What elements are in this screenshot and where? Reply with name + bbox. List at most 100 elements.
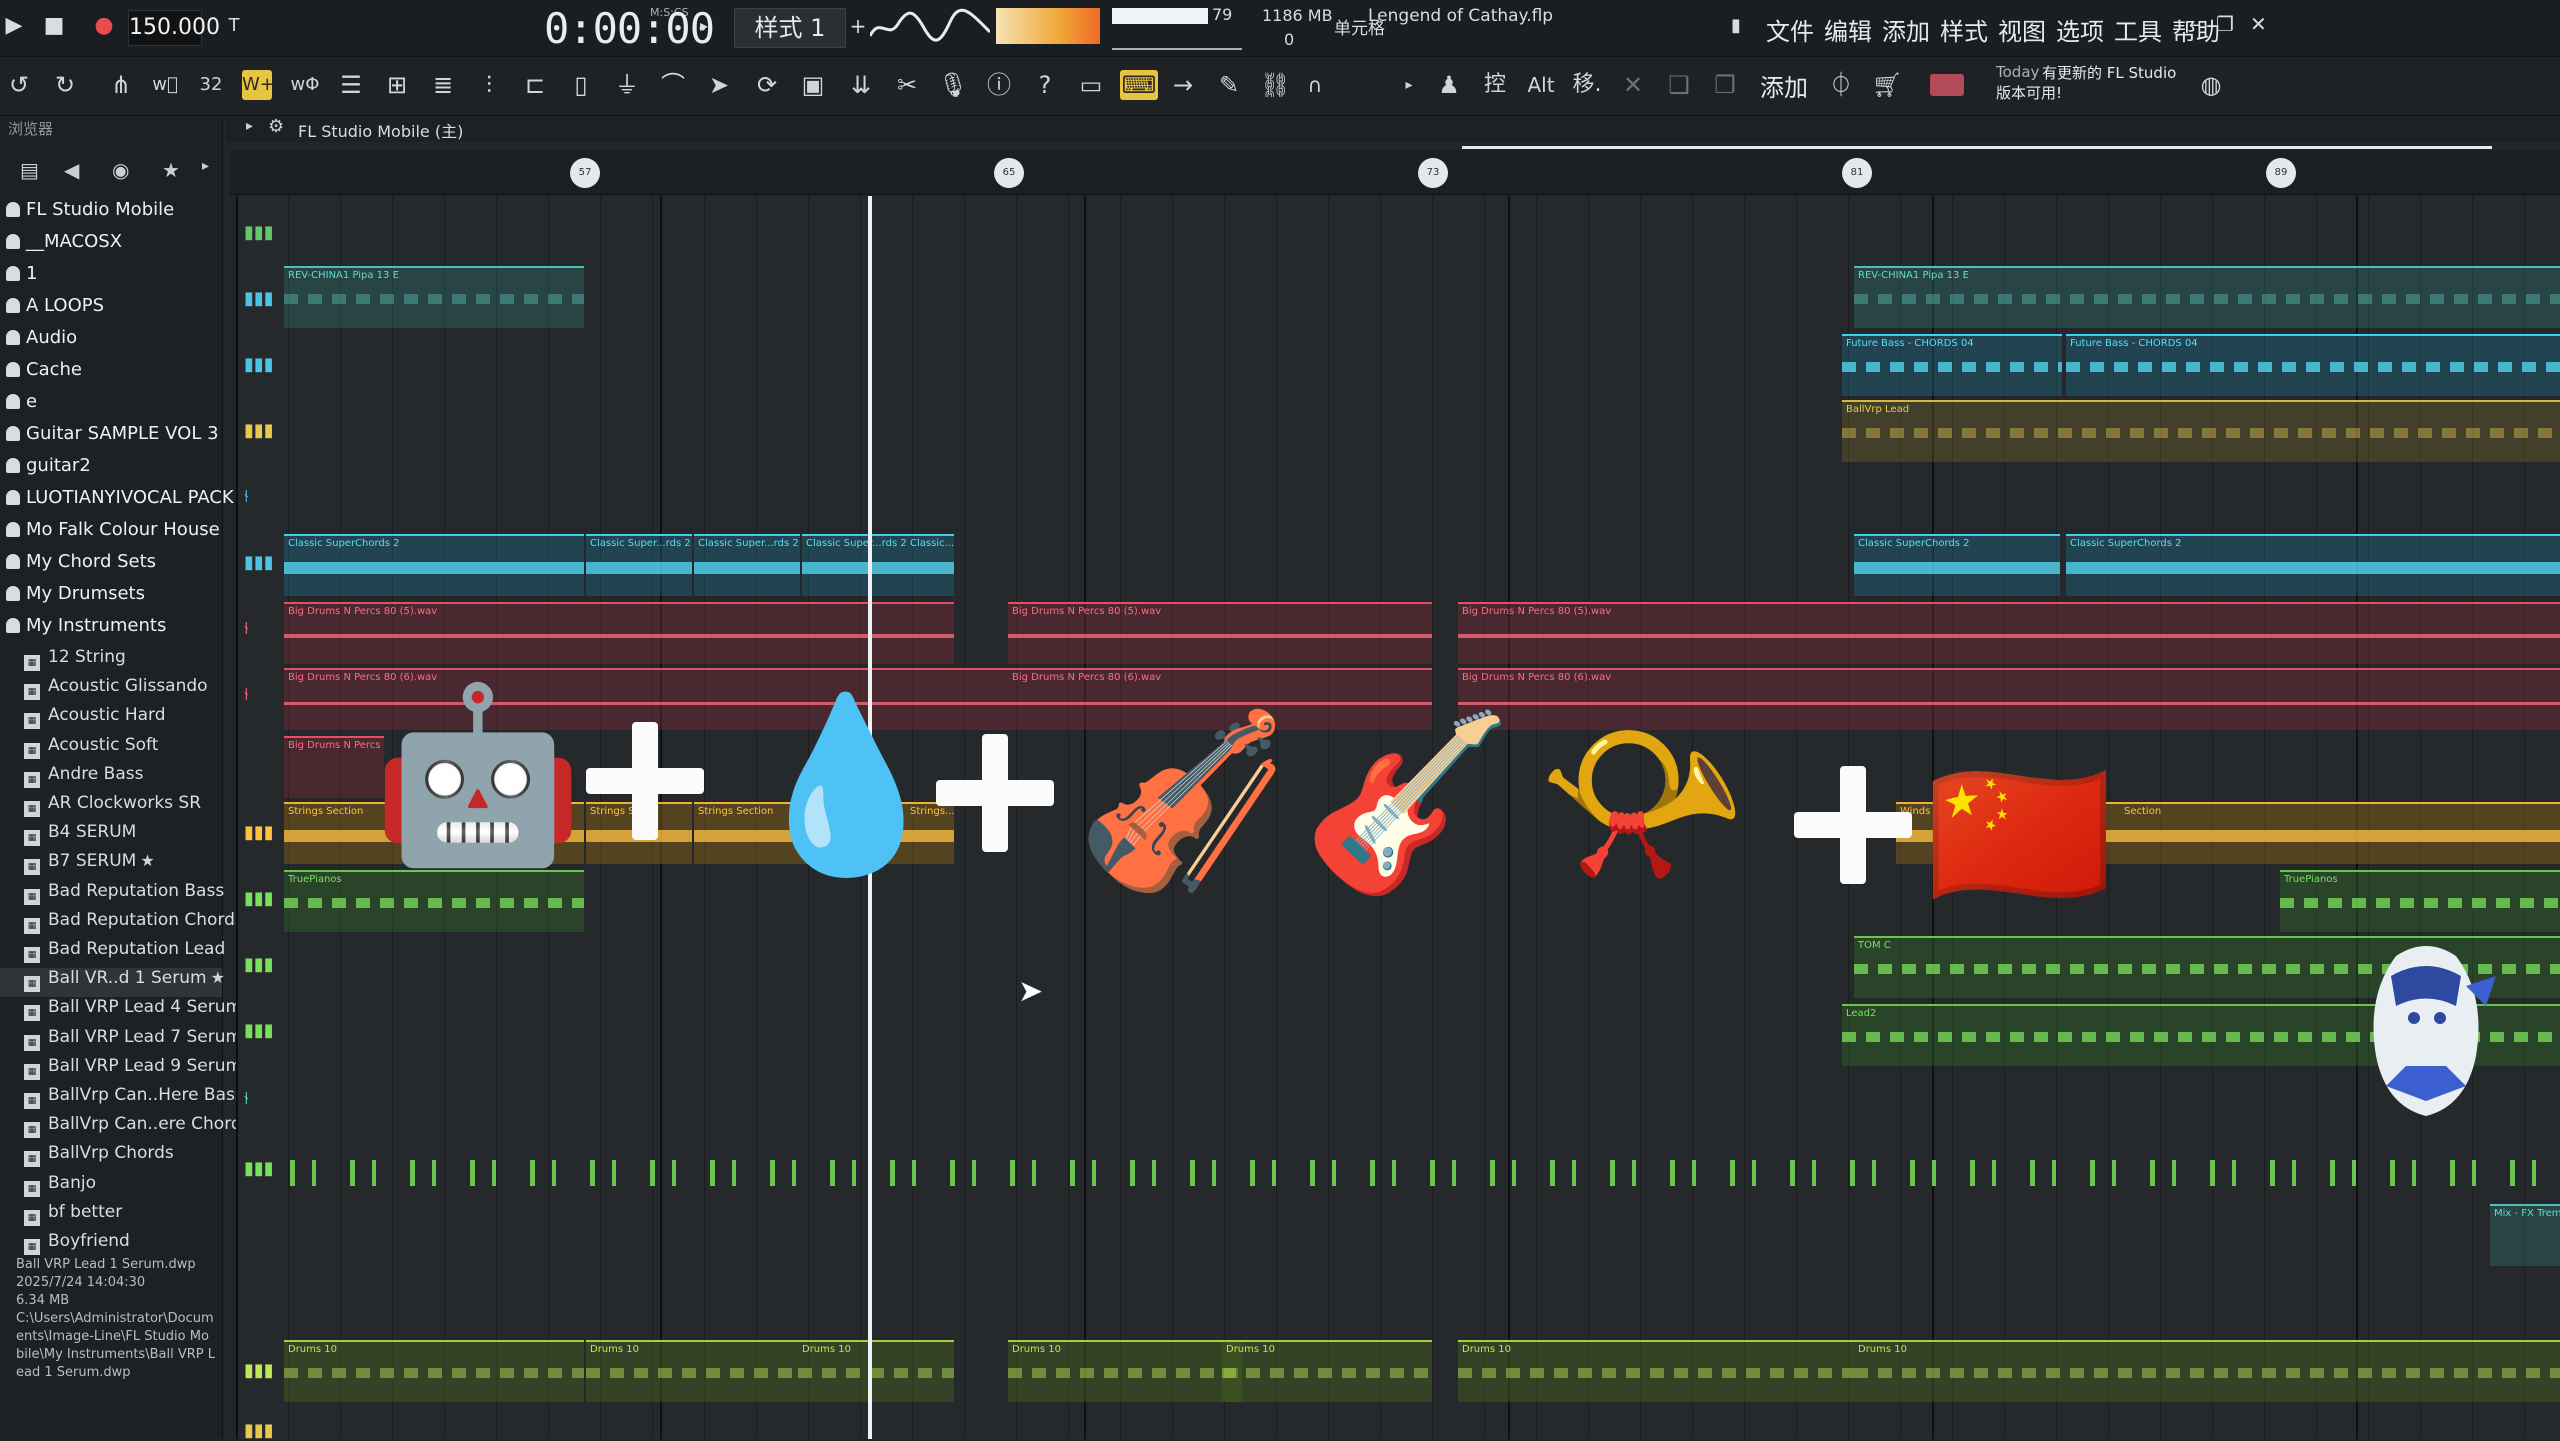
info-icon[interactable]: ⓘ — [984, 70, 1014, 100]
browser-file[interactable]: ▦ bf better — [0, 1202, 222, 1231]
delete-icon[interactable]: ✕ — [1618, 70, 1648, 100]
stepseq-32-icon[interactable]: 32 — [196, 70, 226, 100]
browser-folder[interactable]: FL Studio Mobile — [0, 199, 174, 228]
browser-folder[interactable]: guitar2 — [0, 455, 91, 484]
tempo-display[interactable]: 150.000 — [128, 10, 220, 46]
browser-file[interactable]: ▦ Acoustic Glissando — [0, 676, 222, 705]
pattern-clip[interactable]: Classic Super...rds 2 — [802, 534, 906, 596]
browser-file[interactable]: ▦ Bad Reputation Lead — [0, 939, 225, 968]
files-icon[interactable]: ▤ — [20, 158, 39, 182]
browser-folder[interactable]: My Chord Sets — [0, 551, 156, 580]
audio-clip[interactable]: Big Drums N Percs 80 (5).wav — [1008, 602, 1432, 664]
plugin-picker-icon[interactable]: ⊏ — [520, 70, 550, 100]
browser-folder[interactable]: Cache — [0, 359, 82, 388]
arrow-right-icon[interactable]: → — [1168, 70, 1198, 100]
window-icon[interactable]: ▭ — [1076, 70, 1106, 100]
track-icon[interactable]: ▮▮▮ — [244, 1020, 274, 1041]
pattern-clip[interactable]: Drums 10 — [586, 1340, 798, 1402]
close-icon[interactable]: ✕ — [2250, 12, 2267, 36]
browser-file[interactable]: ▦ Bad Reputation Bass — [0, 881, 224, 910]
news-text[interactable]: 有更新的 FL Studio 版本可用! — [1996, 63, 2176, 103]
browser-file[interactable]: ▦ Bad Reputation Chords — [0, 910, 244, 939]
browser-file[interactable]: ▦ BallVrp Chords — [0, 1143, 222, 1172]
browser-folder[interactable]: __MACOSX — [0, 231, 122, 260]
audio-track-icon[interactable]: ⫮ — [244, 486, 272, 507]
browser-folder[interactable]: Audio — [0, 327, 77, 356]
browser-file[interactable]: ▦ Andre Bass — [0, 764, 222, 793]
plugin-icon[interactable]: ◉ — [112, 158, 129, 182]
audio-clip[interactable]: Big Drums N Percs 80 (5).wav — [1458, 602, 2560, 664]
add-pattern-icon[interactable]: + — [844, 12, 872, 40]
pattern-clip[interactable]: Classic SuperChords 2 — [284, 534, 584, 596]
brush-icon[interactable]: ⌒ — [658, 70, 688, 100]
track-icon[interactable]: ▮▮▮ — [244, 552, 274, 573]
track-icon[interactable]: ▮▮▮ — [244, 222, 274, 243]
favorite-star-icon[interactable]: ★ — [140, 851, 154, 870]
automation-clip[interactable]: Mix - FX Trem — [2490, 1204, 2560, 1266]
pattern-clip[interactable]: Drums 10 — [1854, 1340, 2560, 1402]
browser-folder[interactable]: A LOOPS — [0, 295, 104, 324]
audio-track-icon[interactable]: ⫮ — [244, 618, 272, 639]
stamp-icon[interactable]: ♟ — [1434, 70, 1464, 100]
record-icon[interactable]: ● — [90, 12, 118, 40]
menu-add[interactable]: 添加 — [1882, 12, 1930, 47]
pattern-clip[interactable]: Drums 10 — [284, 1340, 584, 1402]
mixer-icon[interactable]: ⫶ — [474, 70, 504, 100]
track-icon[interactable]: ▮▮▮ — [244, 354, 274, 375]
plug-icon[interactable]: ⏚ — [612, 70, 642, 100]
browser-folder[interactable]: Mo Falk Colour House — [0, 519, 220, 548]
browser-folder[interactable]: e — [0, 391, 37, 420]
bar-marker[interactable]: 81 — [1842, 158, 1872, 188]
pattern-clip[interactable]: Classic SuperChords 2 — [1854, 534, 2060, 596]
pencil-icon[interactable]: ✎ — [1214, 70, 1244, 100]
fish-icon[interactable]: ➤ — [704, 70, 734, 100]
pattern-clip[interactable]: REV-CHINA1 Pipa 13 E — [1854, 266, 2560, 328]
track-icon[interactable]: ▮▮▮ — [244, 954, 274, 975]
play-icon[interactable]: ▶ — [0, 12, 28, 40]
pattern-clip[interactable]: Drums 10 — [1458, 1340, 1854, 1402]
browser-file[interactable]: ▦ BallVrp Can..ere Chords — [0, 1114, 251, 1143]
bar-marker[interactable]: 89 — [2266, 158, 2296, 188]
browser-file[interactable]: ▦ Ball VR..d 1 Serum ★ — [0, 968, 225, 998]
browser-file[interactable]: ▦ AR Clockworks SR — [0, 793, 222, 822]
pattern-clip[interactable]: BallVrp Lead — [1842, 400, 2560, 462]
browser-file[interactable]: ▦ Acoustic Soft — [0, 735, 222, 764]
gear-icon[interactable]: ⚙ — [268, 116, 284, 137]
pattern-clip[interactable]: Drums 10 — [1222, 1340, 1432, 1402]
pattern-clip[interactable]: Future Bass - CHORDS 04 — [1842, 334, 2062, 396]
link-icon[interactable]: ⛓ — [1260, 70, 1290, 100]
pitch-icon[interactable]: ⋔ — [106, 70, 136, 100]
playlist-expand-icon[interactable]: ▸ — [246, 118, 253, 134]
browser-folder[interactable]: Guitar SAMPLE VOL 3 — [0, 423, 219, 452]
browser-file[interactable]: ▦ Ball VRP Lead 4 Serum — [0, 997, 242, 1026]
browser-more-icon[interactable]: ▸ — [202, 158, 209, 174]
favorites-icon[interactable]: ★ — [162, 158, 180, 182]
image-line-icon[interactable] — [1930, 74, 1964, 96]
wave-icon[interactable]: w⃝ — [150, 70, 180, 100]
copy-icon[interactable]: ❏ — [1664, 70, 1694, 100]
menu-options[interactable]: 选项 — [2056, 12, 2104, 47]
pattern-selector[interactable]: 样式 1 — [734, 8, 846, 48]
restore-icon[interactable]: ❐ — [2216, 12, 2234, 36]
control-label[interactable]: 控 — [1480, 70, 1510, 100]
browser-file[interactable]: ▦ B4 SERUM — [0, 822, 222, 851]
browser-file[interactable]: ▦ Acoustic Hard — [0, 705, 222, 734]
menu-patterns[interactable]: 样式 — [1940, 12, 1988, 47]
bar-marker[interactable]: 65 — [994, 158, 1024, 188]
save-icon[interactable]: ▣ — [798, 70, 828, 100]
percussion-pattern-row[interactable] — [290, 1160, 2560, 1186]
snap-dropdown-icon[interactable]: ▸ — [1394, 70, 1424, 100]
help-icon[interactable]: ? — [1030, 70, 1060, 100]
alt-label[interactable]: Alt — [1526, 70, 1556, 100]
recording-filter-icon[interactable]: wΦ — [290, 70, 320, 100]
tuning-fork-icon[interactable]: ⏀ — [1826, 70, 1856, 100]
globe-icon[interactable]: ◍ — [2196, 70, 2226, 100]
song-time-display[interactable]: 0:00:00 — [544, 4, 715, 53]
speaker-icon[interactable]: ◀︎ — [64, 158, 79, 182]
paste-icon[interactable]: ❐ — [1710, 70, 1740, 100]
playlist-icon[interactable]: ☰ — [336, 70, 366, 100]
track-icon[interactable]: ▮▮▮ — [244, 1420, 274, 1441]
menu-edit[interactable]: 编辑 — [1824, 12, 1872, 47]
move-label[interactable]: 移. — [1572, 70, 1602, 100]
pattern-clip[interactable]: Classic Super...rds 2 — [586, 534, 692, 596]
